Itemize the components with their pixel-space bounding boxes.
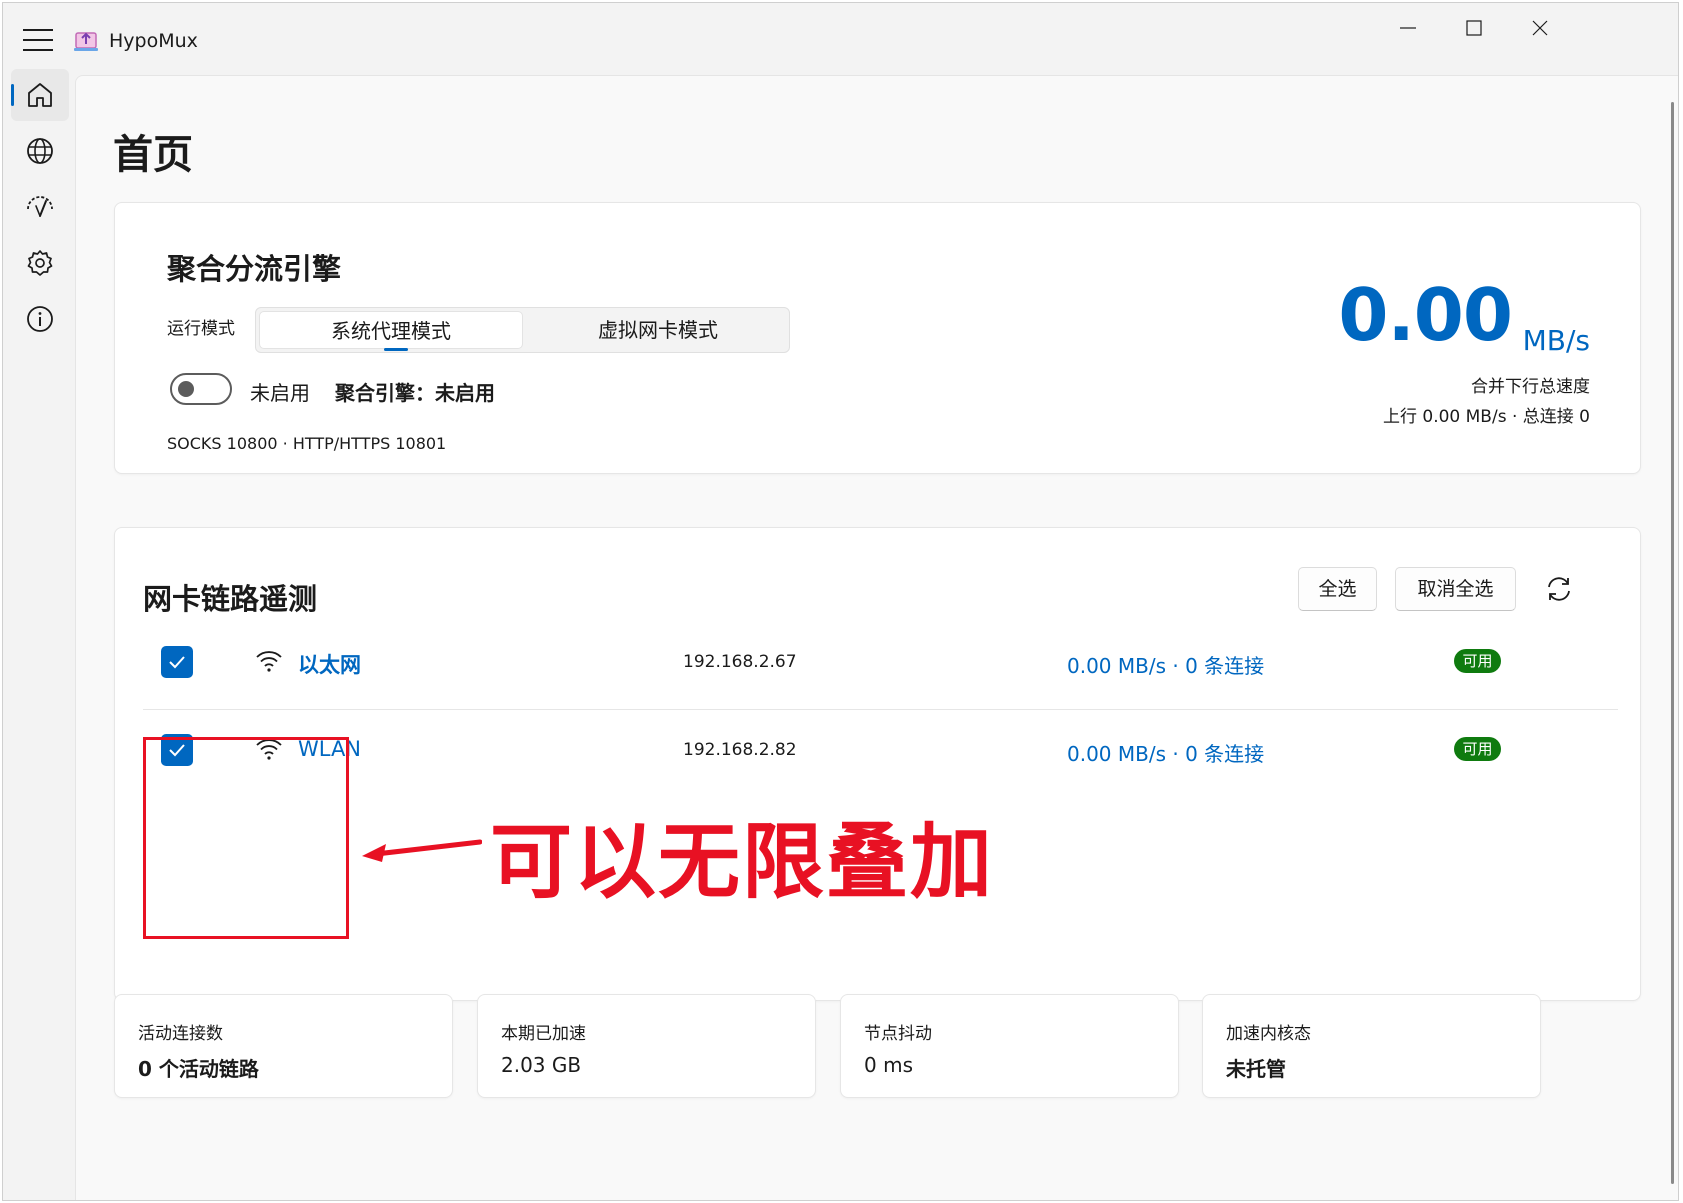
stat-label: 本期已加速 — [501, 1024, 586, 1044]
toggle-status-text: 未启用 — [250, 381, 310, 405]
hamburger-menu-icon[interactable] — [23, 29, 53, 51]
home-icon — [28, 83, 52, 107]
mode-system-proxy-label: 系统代理模式 — [331, 319, 451, 343]
mode-system-proxy[interactable]: 系统代理模式 — [259, 311, 523, 351]
mode-label: 运行模式 — [167, 319, 235, 339]
stat-value: 0 ms — [864, 1053, 913, 1077]
nic-stats: 0.00 MB/s · 0 条连接 — [1067, 654, 1265, 678]
title-bar: HypoMux — [3, 3, 1678, 75]
stat-value: 未托管 — [1226, 1057, 1286, 1081]
annotation-text: 可以无限叠加 — [490, 815, 995, 910]
select-all-button[interactable]: 全选 — [1298, 567, 1377, 611]
nav-item-about[interactable] — [11, 293, 69, 345]
annotation-arrow-icon — [362, 839, 482, 862]
stat-card-kernel-mode: 加速内核态 未托管 — [1202, 994, 1541, 1098]
app-logo-icon — [73, 29, 99, 53]
stat-card-jitter: 节点抖动 0 ms — [840, 994, 1179, 1098]
maximize-button[interactable] — [1441, 3, 1507, 53]
minimize-icon — [1400, 27, 1416, 29]
close-button[interactable] — [1507, 3, 1573, 53]
speed-unit: MB/s — [1522, 324, 1590, 357]
vertical-scrollbar[interactable] — [1671, 102, 1674, 1184]
mode-virtual-nic[interactable]: 虚拟网卡模式 — [526, 311, 790, 349]
checkmark-icon — [169, 656, 185, 669]
nic-ip: 192.168.2.82 — [683, 740, 797, 760]
nic-title: 网卡链路遥测 — [143, 582, 318, 616]
nic-row[interactable]: WLAN 192.168.2.82 0.00 MB/s · 0 条连接 可用 — [143, 710, 1618, 798]
wifi-icon — [256, 651, 282, 672]
app-window: HypoMux 首页 聚合分流引擎 运行模式 系统代理模式 虚拟网卡模式 未启用… — [2, 2, 1679, 1201]
nav-rail — [3, 69, 75, 1200]
nav-item-settings[interactable] — [11, 237, 69, 289]
deselect-all-button[interactable]: 取消全选 — [1395, 567, 1516, 611]
close-icon — [1532, 20, 1548, 36]
nic-name: 以太网 — [298, 653, 361, 677]
speed-caption: 合并下行总速度 — [1471, 377, 1590, 397]
gear-icon — [27, 250, 53, 276]
nic-row[interactable]: 以太网 192.168.2.67 0.00 MB/s · 0 条连接 可用 — [143, 622, 1618, 710]
engine-status: 聚合引擎：未启用 — [335, 381, 495, 405]
main-content: 首页 聚合分流引擎 运行模式 系统代理模式 虚拟网卡模式 未启用 聚合引擎：未启… — [75, 75, 1678, 1200]
status-badge: 可用 — [1454, 649, 1501, 673]
refresh-icon — [1548, 577, 1570, 601]
mode-virtual-nic-label: 虚拟网卡模式 — [598, 318, 718, 342]
engine-toggle[interactable] — [170, 373, 232, 405]
speedometer-icon — [27, 196, 53, 217]
stat-card-active-connections: 活动连接数 0 个活动链路 — [114, 994, 453, 1098]
mode-selector: 系统代理模式 虚拟网卡模式 — [255, 307, 790, 353]
page-title: 首页 — [113, 132, 193, 178]
nav-item-home[interactable] — [11, 69, 69, 121]
toggle-knob — [178, 381, 194, 397]
nav-item-network[interactable] — [11, 125, 69, 177]
status-badge: 可用 — [1454, 737, 1501, 761]
nic-ip: 192.168.2.67 — [683, 652, 797, 672]
nav-active-indicator — [11, 84, 14, 106]
engine-title: 聚合分流引擎 — [167, 252, 342, 286]
nav-item-speed[interactable] — [11, 181, 69, 233]
selected-mode-indicator — [384, 348, 408, 351]
minimize-button[interactable] — [1375, 3, 1441, 53]
stat-label: 活动连接数 — [138, 1024, 223, 1044]
stat-label: 加速内核态 — [1226, 1024, 1311, 1044]
engine-card: 聚合分流引擎 运行模式 系统代理模式 虚拟网卡模式 未启用 聚合引擎：未启用 S… — [114, 202, 1641, 474]
nic-checkbox[interactable] — [161, 646, 193, 678]
refresh-button[interactable] — [1544, 574, 1574, 604]
app-title: HypoMux — [109, 30, 198, 52]
nic-stats: 0.00 MB/s · 0 条连接 — [1067, 742, 1265, 766]
globe-icon — [27, 138, 53, 164]
maximize-icon — [1466, 20, 1482, 36]
speed-detail: 上行 0.00 MB/s · 总连接 0 — [1382, 407, 1590, 427]
stat-value: 2.03 GB — [501, 1053, 582, 1077]
stat-label: 节点抖动 — [864, 1024, 932, 1044]
proxy-ports: SOCKS 10800 · HTTP/HTTPS 10801 — [167, 434, 447, 453]
annotation-box — [143, 737, 349, 939]
stat-value: 0 个活动链路 — [138, 1057, 259, 1081]
speed-value: 0.00 — [1338, 273, 1513, 357]
info-icon — [27, 306, 53, 332]
stat-card-accelerated: 本期已加速 2.03 GB — [477, 994, 816, 1098]
